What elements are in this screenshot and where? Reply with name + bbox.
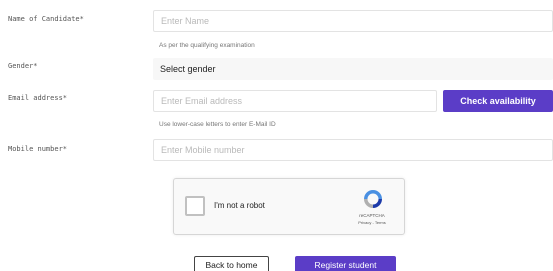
recaptcha-checkbox[interactable] [185, 196, 205, 216]
email-input[interactable]: Enter Email address [153, 90, 437, 112]
recaptcha-widget: I'm not a robot reCAPTCHA Privacy - Term… [173, 178, 405, 235]
name-label: Name of Candidate* [8, 15, 84, 23]
register-student-button[interactable]: Register student [295, 256, 396, 271]
email-hint: Use lower-case letters to enter E-Mail I… [159, 121, 276, 128]
check-availability-button[interactable]: Check availability [443, 90, 553, 112]
back-to-home-button[interactable]: Back to home [194, 256, 269, 271]
recaptcha-brand: reCAPTCHA [359, 213, 385, 218]
email-label: Email address* [8, 94, 68, 102]
gender-label: Gender* [8, 62, 38, 70]
mobile-label: Mobile number* [8, 145, 68, 153]
name-input[interactable]: Enter Name [153, 10, 553, 32]
gender-select[interactable]: Select gender [153, 58, 553, 80]
name-hint: As per the qualifying examination [159, 42, 255, 49]
mobile-input[interactable]: Enter Mobile number [153, 139, 553, 161]
recaptcha-links[interactable]: Privacy - Terms [342, 220, 402, 225]
recaptcha-icon [364, 190, 382, 208]
recaptcha-label: I'm not a robot [214, 201, 265, 210]
